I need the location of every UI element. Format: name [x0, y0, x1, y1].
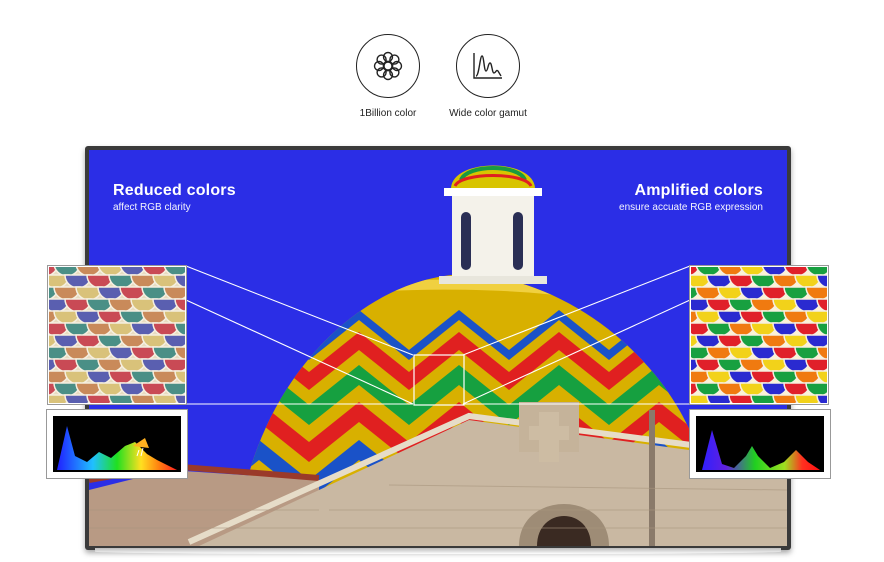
histogram-amplified [690, 410, 830, 478]
histogram-reduced [47, 410, 187, 478]
zoom-reduced-tiles [48, 266, 186, 404]
zoom-amplified-tiles [690, 266, 828, 404]
